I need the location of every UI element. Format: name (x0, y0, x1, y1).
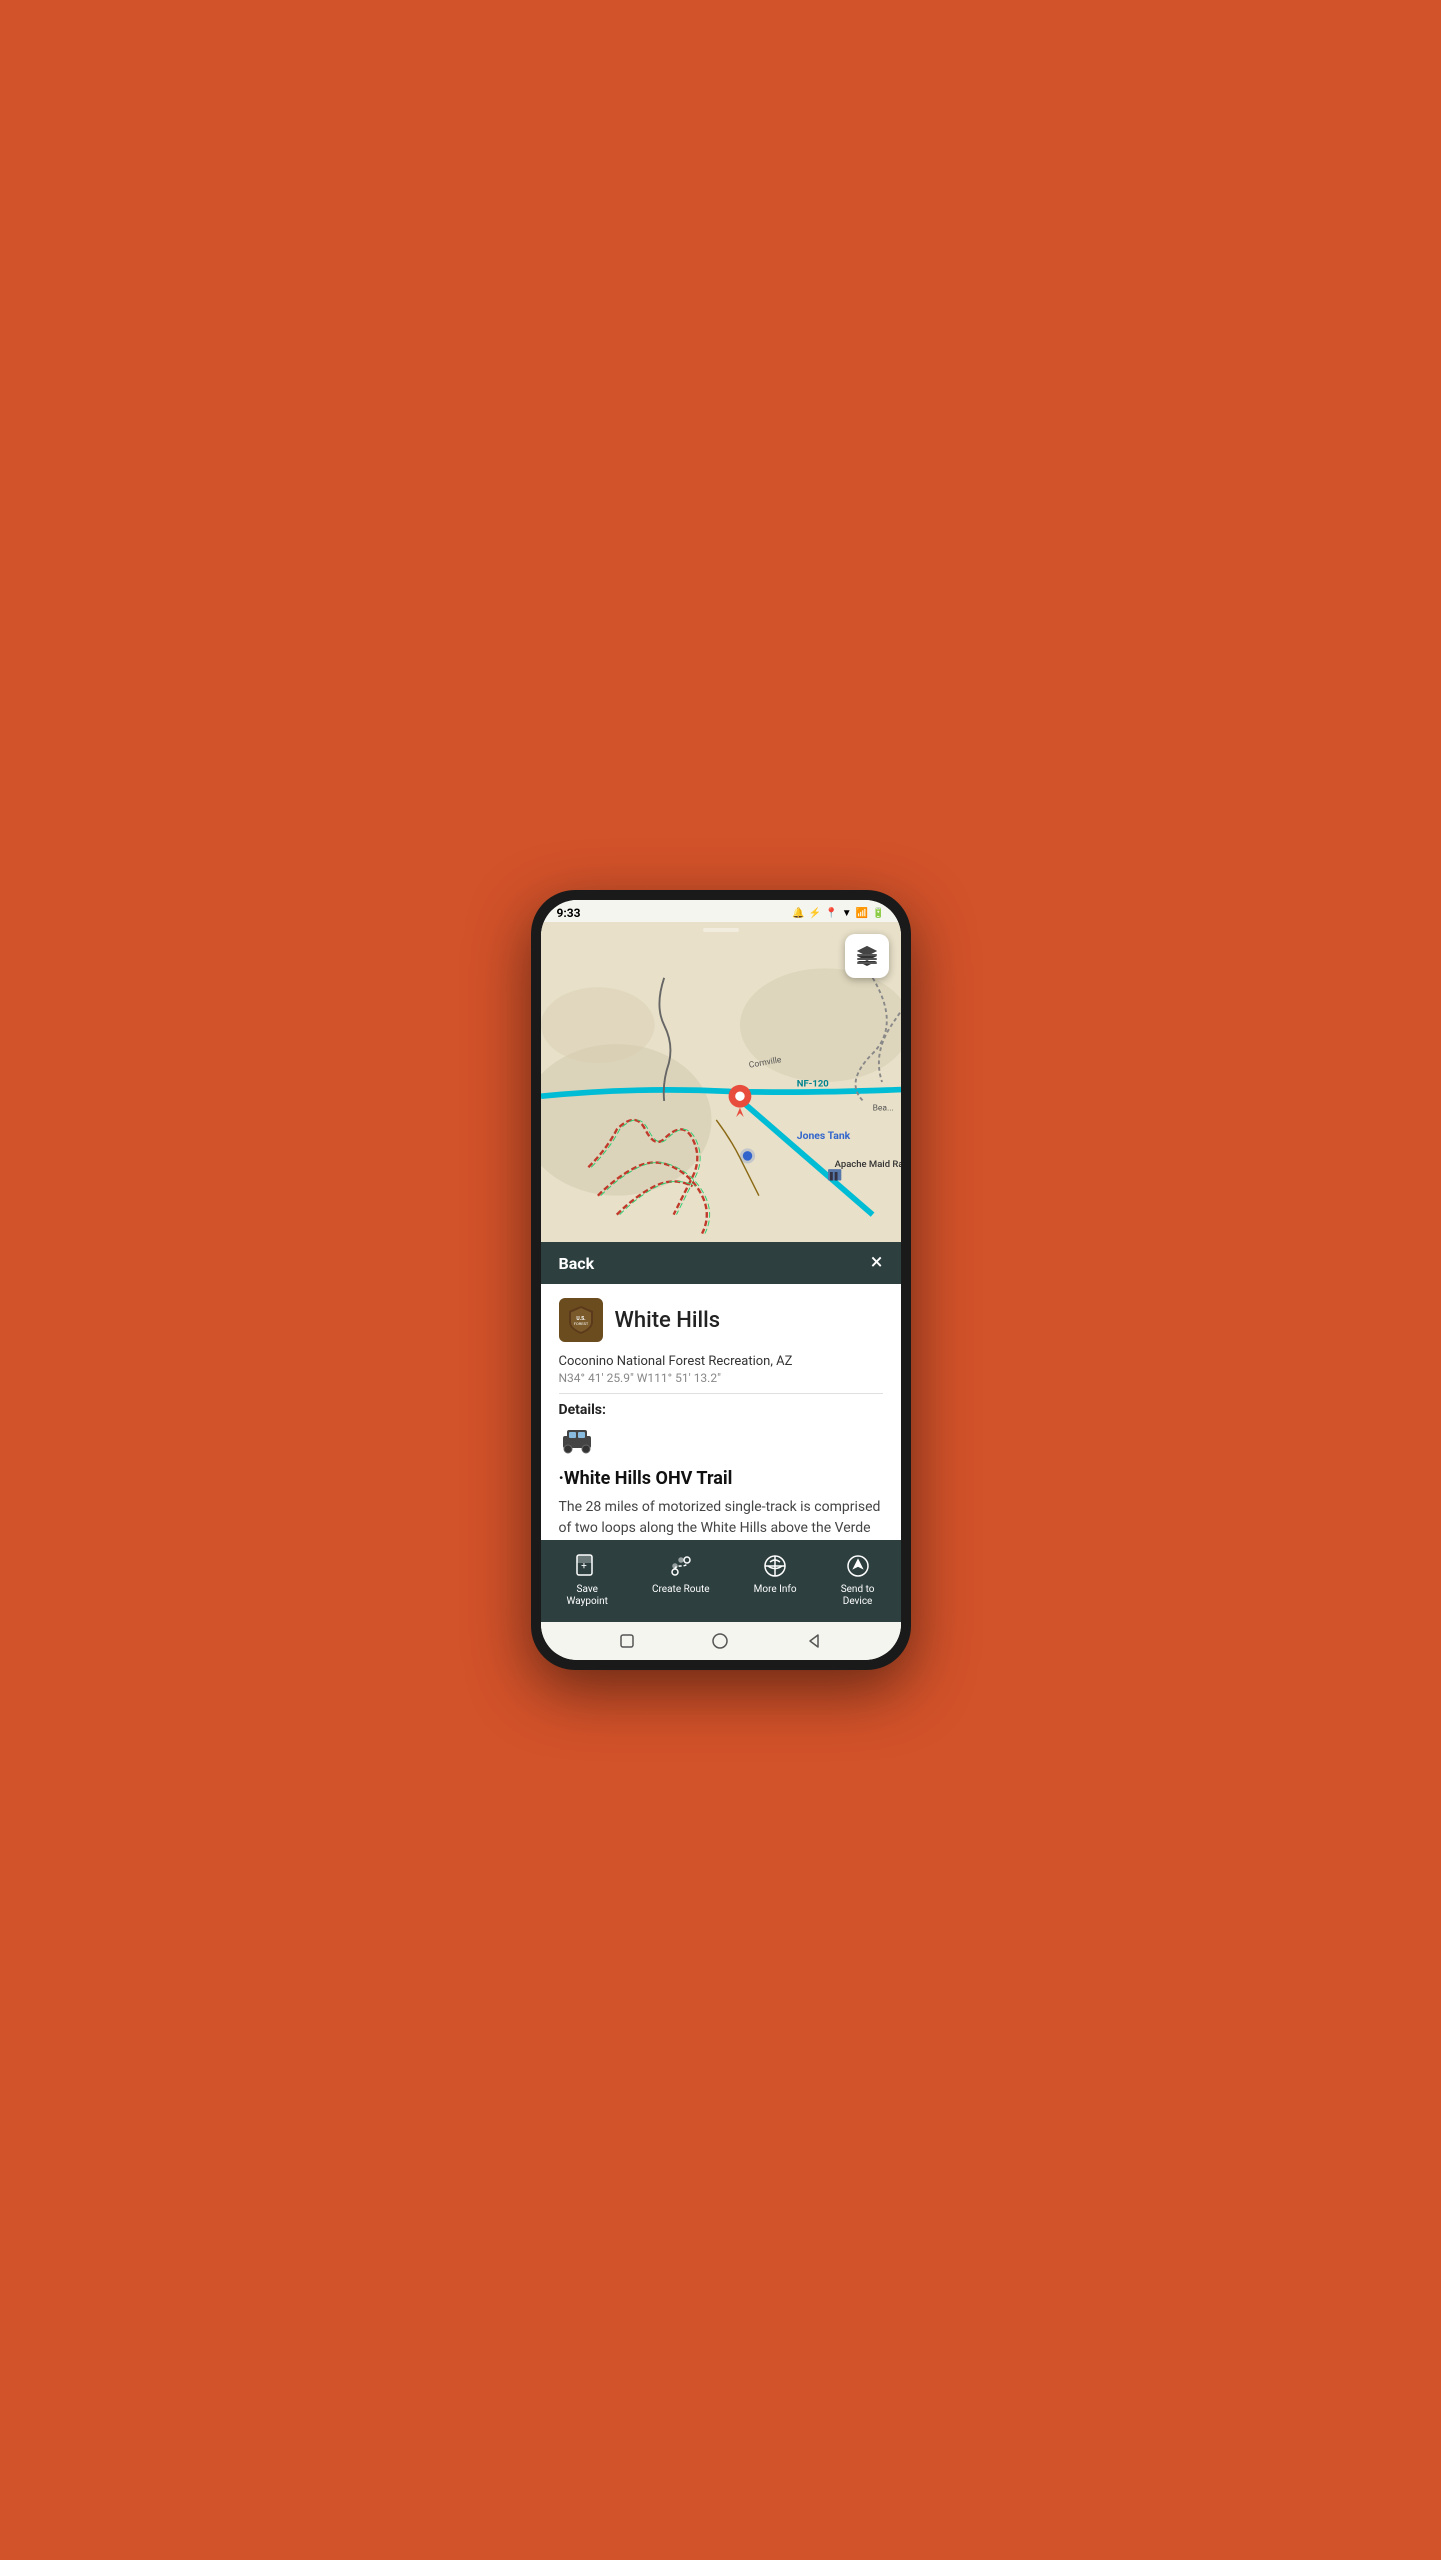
location-name: White Hills (615, 1308, 721, 1333)
layers-icon (855, 944, 879, 968)
layer-button[interactable] (845, 934, 889, 978)
ohv-vehicle-icon (559, 1426, 595, 1454)
circle-icon (711, 1632, 729, 1650)
nav-create-route[interactable]: Create Route (644, 1548, 718, 1612)
create-route-label: Create Route (652, 1584, 710, 1596)
svg-text:NF-120: NF-120 (796, 1079, 828, 1090)
bottom-panel: Back × U.S. FOREST White Hills (541, 1242, 901, 1622)
notification-icon: 🔔 (792, 908, 804, 919)
create-route-icon (667, 1552, 695, 1580)
bluetooth-icon: ⚡ (809, 908, 821, 919)
location-subtitle: Coconino National Forest Recreation, AZ (559, 1354, 883, 1369)
android-back-button[interactable] (803, 1630, 825, 1652)
more-info-icon (761, 1552, 789, 1580)
svg-text:FOREST: FOREST (573, 1321, 588, 1326)
more-info-label: More Info (754, 1584, 797, 1596)
status-icons: 🔔 ⚡ 📍 ▼ 📶 🔋 (792, 908, 884, 919)
battery-icon: 🔋 (872, 908, 884, 919)
trail-description: The 28 miles of motorized single-track i… (559, 1497, 883, 1540)
panel-header: Back × (541, 1242, 901, 1284)
vehicle-icon (559, 1426, 883, 1460)
save-waypoint-label: SaveWaypoint (567, 1584, 608, 1608)
android-home-button[interactable] (709, 1630, 731, 1652)
forest-service-badge: U.S. FOREST (559, 1298, 603, 1342)
nav-send-to-device[interactable]: Send toDevice (833, 1548, 883, 1612)
send-to-device-icon (844, 1552, 872, 1580)
nav-more-info[interactable]: More Info (746, 1548, 805, 1612)
svg-text:Jones Tank: Jones Tank (796, 1129, 850, 1142)
nav-save-waypoint[interactable]: + SaveWaypoint (559, 1548, 616, 1612)
map-area[interactable]: NF-120 Cornville (541, 922, 901, 1242)
location-header: U.S. FOREST White Hills (559, 1298, 883, 1342)
location-coords: N34° 41' 25.9" W111° 51' 13.2" (559, 1371, 883, 1385)
android-recents-button[interactable] (616, 1630, 638, 1652)
svg-text:Apache Maid Ranch: Apache Maid Ranch (834, 1159, 900, 1170)
usfs-shield-icon: U.S. FOREST (565, 1304, 597, 1336)
svg-text:Bea...: Bea... (872, 1103, 893, 1113)
send-to-device-label: Send toDevice (841, 1584, 875, 1608)
status-bar: 9:33 🔔 ⚡ 📍 ▼ 📶 🔋 (541, 900, 901, 922)
details-label: Details: (559, 1402, 883, 1418)
bottom-navigation: + SaveWaypoint (541, 1540, 901, 1622)
divider-1 (559, 1393, 883, 1394)
save-waypoint-icon: + (573, 1552, 601, 1580)
android-nav-bar (541, 1622, 901, 1660)
svg-text:+: + (581, 1561, 587, 1572)
signal-icon: 📶 (856, 908, 868, 919)
panel-content: U.S. FOREST White Hills Coconino Nationa… (541, 1284, 901, 1540)
back-button[interactable]: Back (559, 1254, 595, 1273)
drag-handle[interactable] (703, 928, 739, 932)
trail-title: ·White Hills OHV Trail (559, 1468, 883, 1489)
close-button[interactable]: × (871, 1252, 883, 1274)
location-icon: 📍 (825, 908, 837, 919)
phone-frame: 9:33 🔔 ⚡ 📍 ▼ 📶 🔋 NF-1 (531, 890, 911, 1670)
phone-screen: 9:33 🔔 ⚡ 📍 ▼ 📶 🔋 NF-1 (541, 900, 901, 1660)
square-icon (618, 1632, 636, 1650)
wifi-icon: ▼ (842, 908, 852, 919)
status-time: 9:33 (557, 906, 581, 920)
back-chevron-icon (805, 1632, 823, 1650)
